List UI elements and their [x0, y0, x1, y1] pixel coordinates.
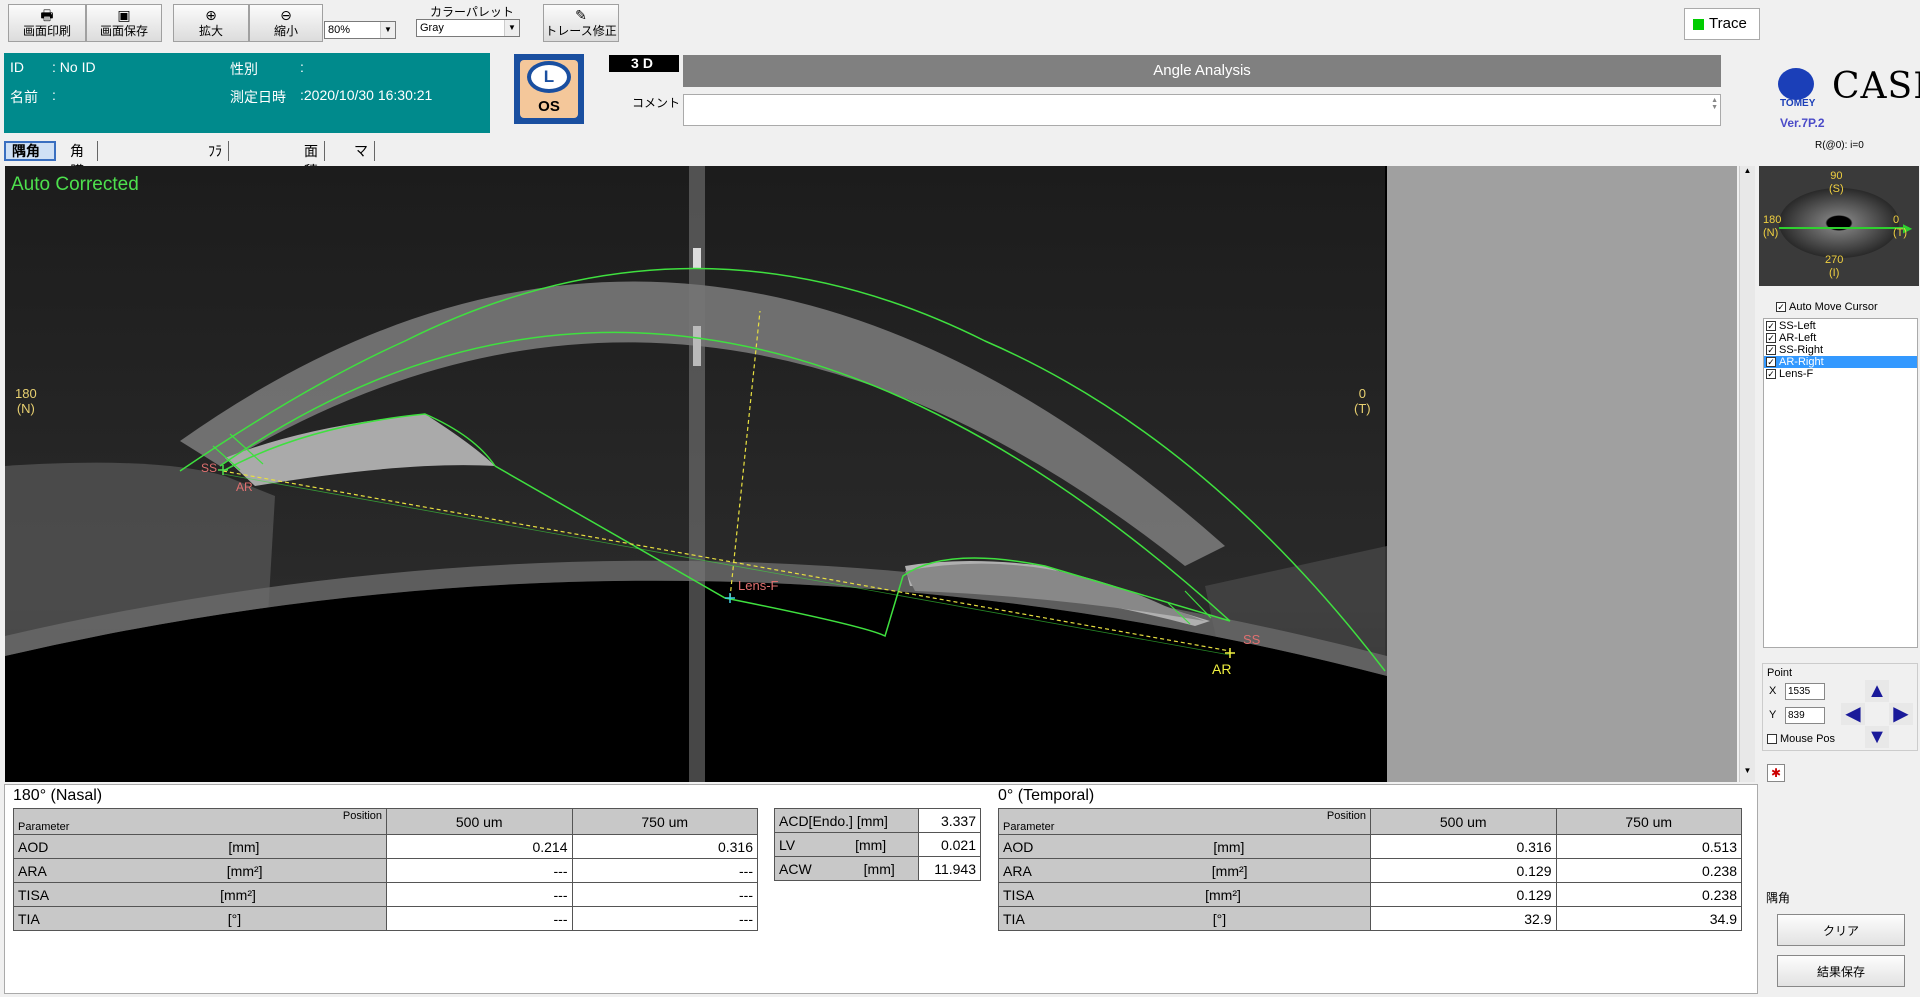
tab-angle[interactable]: 隅角: [4, 141, 56, 161]
mouse-pos-checkbox[interactable]: Mouse Pos: [1767, 733, 1835, 745]
list-item[interactable]: ✓ AR-Left: [1764, 332, 1917, 344]
nasal-title: 180° (Nasal): [13, 787, 103, 804]
eye-side-badge: L OS: [514, 54, 584, 124]
arrow-left-button[interactable]: ◀: [1841, 703, 1865, 725]
temporal-degree-label: 0 (T): [1354, 386, 1371, 416]
zoom-out-icon: ⊖: [280, 7, 292, 23]
clear-button[interactable]: クリア: [1777, 914, 1905, 946]
patient-sex: :: [300, 59, 304, 75]
mode-badge: 3D: [609, 55, 679, 72]
r-label: R(@0): i=0: [1815, 140, 1864, 151]
trace-indicator-icon: [1693, 19, 1704, 30]
pointer-tool-icon[interactable]: ✱: [1767, 764, 1785, 782]
tab-cornea-thickness[interactable]: 角膜厚み･前房深度: [64, 141, 98, 299]
table-row: TIA [°] 32.9 34.9: [998, 906, 1742, 931]
chevron-down-icon: ▼: [504, 20, 519, 36]
floppy-icon: ▣: [117, 7, 131, 23]
table-row: ACW [mm] 11.943: [774, 856, 982, 881]
tab-manual-measure[interactable]: マニュアル計測: [348, 141, 375, 279]
printer-icon: 🖶: [40, 7, 54, 23]
table-row: LV [mm] 0.021: [774, 832, 982, 857]
arrow-down-button[interactable]: ▼: [1865, 726, 1889, 748]
brand-logo: CASIA: [1832, 66, 1920, 107]
table-row: ACD[Endo.] [mm] 3.337: [774, 808, 982, 833]
save-results-button[interactable]: 結果保存: [1777, 955, 1905, 987]
zoom-in-icon: ⊕: [205, 7, 217, 23]
chevron-down-icon: ▼: [380, 22, 395, 38]
point-group: Point X 1535 Y 839 ▲ ◀ ▶ ▼ Mouse Pos: [1762, 663, 1918, 751]
oct-image-viewer[interactable]: Auto Corrected 180 (N) 0 (T) SS AR Lens-F …: [5, 166, 1387, 782]
comment-label: コメント: [632, 96, 681, 110]
comment-input[interactable]: ▲ ▼: [683, 94, 1721, 126]
patient-id: : No ID: [52, 59, 96, 75]
save-screen-button[interactable]: ▣ 画面保存: [86, 4, 162, 42]
status-auto-corrected: Auto Corrected: [11, 174, 139, 195]
measure-date: :2020/10/30 16:30:21: [300, 87, 433, 103]
palette-label: カラーパレット: [430, 5, 514, 19]
checkbox-icon: ✓: [1776, 302, 1786, 313]
point-y-input[interactable]: 839: [1785, 707, 1825, 724]
list-item[interactable]: ✓ SS-Right: [1764, 344, 1917, 356]
scroll-up-icon[interactable]: ▲: [1740, 166, 1755, 182]
scroll-down-icon[interactable]: ▼: [1740, 766, 1755, 782]
arrow-up-button[interactable]: ▲: [1865, 680, 1889, 702]
nasal-table: Parameter Position 500 um 750 um AOD [mm] 0.2…: [13, 808, 758, 931]
page-title: Angle Analysis: [683, 55, 1721, 87]
temporal-table: Parameter Position 500 um 750 um AOD [mm] 0.3…: [998, 808, 1742, 931]
print-button[interactable]: 🖶 画面印刷: [8, 4, 86, 42]
angle-section-label: 隅角: [1766, 891, 1791, 905]
point-x-input[interactable]: 1535: [1785, 683, 1825, 700]
table-row: TISA [mm²] 0.129 0.238: [998, 882, 1742, 907]
list-item[interactable]: ✓ SS-Left: [1764, 320, 1917, 332]
palette-select[interactable]: Gray ▼: [416, 19, 520, 37]
table-row: ARA [mm²] --- ---: [13, 858, 758, 883]
tomey-logo-icon: [1778, 68, 1814, 100]
ar-left-label: AR: [236, 480, 253, 494]
zoom-select[interactable]: 80% ▼: [324, 21, 396, 39]
table-row: AOD [mm] 0.214 0.316: [13, 834, 758, 859]
chamber-table: ACD[Endo.] [mm] 3.337 LV [mm] 0.021 ACW [mm]…: [774, 808, 982, 881]
patient-name: :: [52, 87, 56, 103]
nasal-degree-label: 180 (N): [15, 386, 37, 416]
cursor-list[interactable]: ✓ SS-Left ✓ AR-Left ✓ SS-Right ✓ AR-Right ✓ L…: [1763, 318, 1918, 648]
scroll-icon: ▲ ▼: [1711, 97, 1718, 111]
version-label: Ver.7P.2: [1780, 116, 1825, 130]
auto-move-cursor-checkbox[interactable]: ✓ Auto Move Cursor: [1776, 301, 1878, 313]
trace-toggle[interactable]: Trace: [1684, 8, 1760, 40]
list-item[interactable]: ✓ Lens-F: [1764, 368, 1917, 380]
list-item-selected[interactable]: ✓ AR-Right: [1764, 356, 1917, 368]
patient-info-panel: ID : No ID 性別 : 名前 : 測定日時 :2020/10/30 16…: [4, 53, 490, 133]
ss-left-label: SS: [201, 461, 218, 475]
table-row: AOD [mm] 0.316 0.513: [998, 834, 1742, 859]
zoom-in-button[interactable]: ⊕ 拡大: [173, 4, 249, 42]
table-row: ARA [mm²] 0.129 0.238: [998, 858, 1742, 883]
zoom-out-button[interactable]: ⊖ 縮小: [249, 4, 323, 42]
tab-area[interactable]: 面積: [298, 141, 325, 179]
image-scrollbar[interactable]: ▲ ▼: [1739, 166, 1755, 782]
trace-edit-button[interactable]: ✎ トレース修正: [543, 4, 619, 42]
lens-f-label: Lens-F: [738, 578, 779, 593]
table-row: TIA [°] --- ---: [13, 906, 758, 931]
image-background-area: [1387, 166, 1737, 782]
eye-thumbnail[interactable]: ▶ 90 (S) 180 (N) 0 (T) 270 (I): [1759, 166, 1919, 286]
ar-right-label: AR: [1212, 661, 1232, 677]
tab-flap-thickness[interactable]: ﾌﾗｯﾌﾟ厚み: [202, 141, 229, 239]
arrow-right-button[interactable]: ▶: [1889, 703, 1913, 725]
ss-right-label: SS: [1243, 632, 1261, 647]
temporal-title: 0° (Temporal): [998, 787, 1095, 804]
pen-icon: ✎: [575, 7, 587, 23]
table-row: TISA [mm²] --- ---: [13, 882, 758, 907]
